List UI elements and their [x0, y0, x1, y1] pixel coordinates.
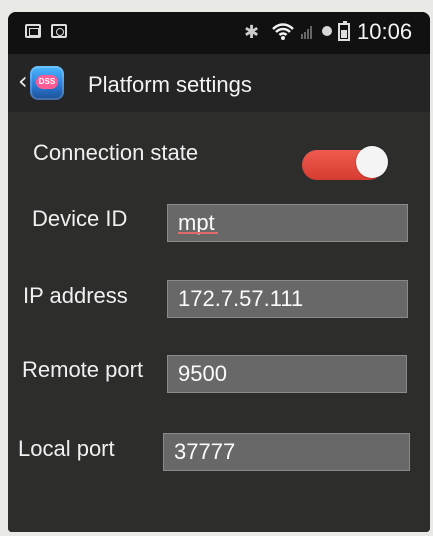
app-logo-text: DSS	[36, 75, 58, 89]
settings-icon	[51, 24, 67, 38]
app-logo: DSS	[30, 66, 64, 100]
spellcheck-underline	[178, 232, 218, 234]
bluetooth-icon: ✱	[244, 22, 260, 43]
status-time: 10:06	[357, 19, 413, 44]
screen-icon	[25, 24, 41, 38]
ip-address-value: 172.7.57.111	[178, 286, 304, 311]
remote-port-label: Remote port	[22, 357, 144, 382]
connection-state-label: Connection state	[33, 140, 199, 165]
chevron-left-icon: ‹	[18, 67, 28, 95]
ip-address-field[interactable]: 172.7.57.111	[167, 280, 408, 318]
connection-state-toggle[interactable]	[302, 146, 388, 184]
phone-screen: ✱ 10:06 ‹ DSS Platform settings Connecti…	[8, 12, 430, 532]
battery-icon	[338, 21, 350, 41]
page-title: Platform settings	[88, 72, 252, 97]
status-dot-icon	[322, 26, 332, 36]
remote-port-value: 9500	[178, 361, 227, 386]
ip-address-label: IP address	[23, 283, 128, 308]
local-port-field[interactable]: 37777	[163, 433, 410, 471]
device-id-label: Device ID	[32, 206, 128, 231]
local-port-label: Local port	[18, 436, 115, 461]
wifi-icon	[272, 23, 294, 40]
device-id-field[interactable]: mpt	[167, 204, 408, 242]
local-port-value: 37777	[174, 439, 236, 464]
remote-port-field[interactable]: 9500	[167, 355, 407, 393]
status-bar: ✱ 10:06	[8, 12, 430, 54]
signal-icon	[301, 26, 312, 39]
back-button[interactable]: ‹ DSS	[18, 64, 82, 104]
toggle-thumb	[356, 146, 388, 178]
